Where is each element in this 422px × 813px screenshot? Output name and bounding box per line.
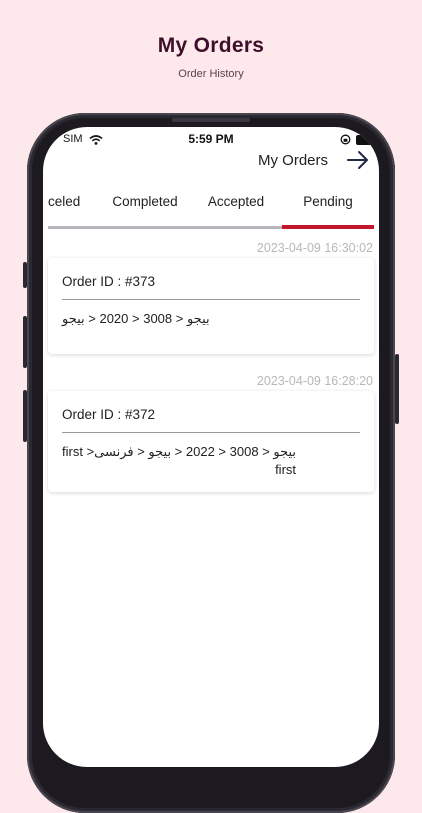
phone-side-button xyxy=(23,262,27,288)
order-id: Order ID : #373 xyxy=(62,274,156,289)
tab-canceled[interactable]: celed xyxy=(43,192,98,224)
promo-title: My Orders xyxy=(157,34,265,57)
tab-completed[interactable]: Completed xyxy=(101,192,189,224)
tab-pending[interactable]: Pending xyxy=(283,192,373,224)
tab-accepted[interactable]: Accepted xyxy=(196,192,276,224)
order-card[interactable]: Order ID : #373 بیجو < 3008 < 2020 < بیج… xyxy=(48,258,374,354)
promo-subtitle: Order History xyxy=(178,68,244,80)
phone-speaker xyxy=(172,118,250,122)
card-divider xyxy=(62,432,360,433)
order-card[interactable]: Order ID : #372 بیجو < 3008 < 2022 < بیج… xyxy=(48,391,374,492)
battery-icon xyxy=(356,135,376,145)
order-id: Order ID : #372 xyxy=(62,407,156,422)
clock-time: 5:59 PM xyxy=(188,132,234,146)
card-divider xyxy=(62,299,360,300)
tab-active-indicator xyxy=(282,225,374,229)
phone-side-button xyxy=(23,316,27,368)
tab-track xyxy=(48,226,282,229)
status-bar: SIM 5:59 PM xyxy=(43,131,379,149)
app-bar-title: My Orders xyxy=(258,152,329,169)
phone-side-button xyxy=(395,354,399,424)
phone-side-button xyxy=(23,390,27,442)
order-timestamp: 2023-04-09 16:28:20 xyxy=(256,374,373,388)
orientation-lock-icon xyxy=(340,134,351,148)
order-path: بیجو < 3008 < 2022 < بیجو < فرنسی< first… xyxy=(62,444,297,477)
phone-screen: SIM 5:59 PM My Orders celed Completed Ac… xyxy=(43,127,379,767)
order-timestamp: 2023-04-09 16:30:02 xyxy=(256,241,373,255)
arrow-right-icon[interactable] xyxy=(346,149,370,176)
order-path: بیجو < 3008 < 2020 < بیجو xyxy=(62,311,210,326)
